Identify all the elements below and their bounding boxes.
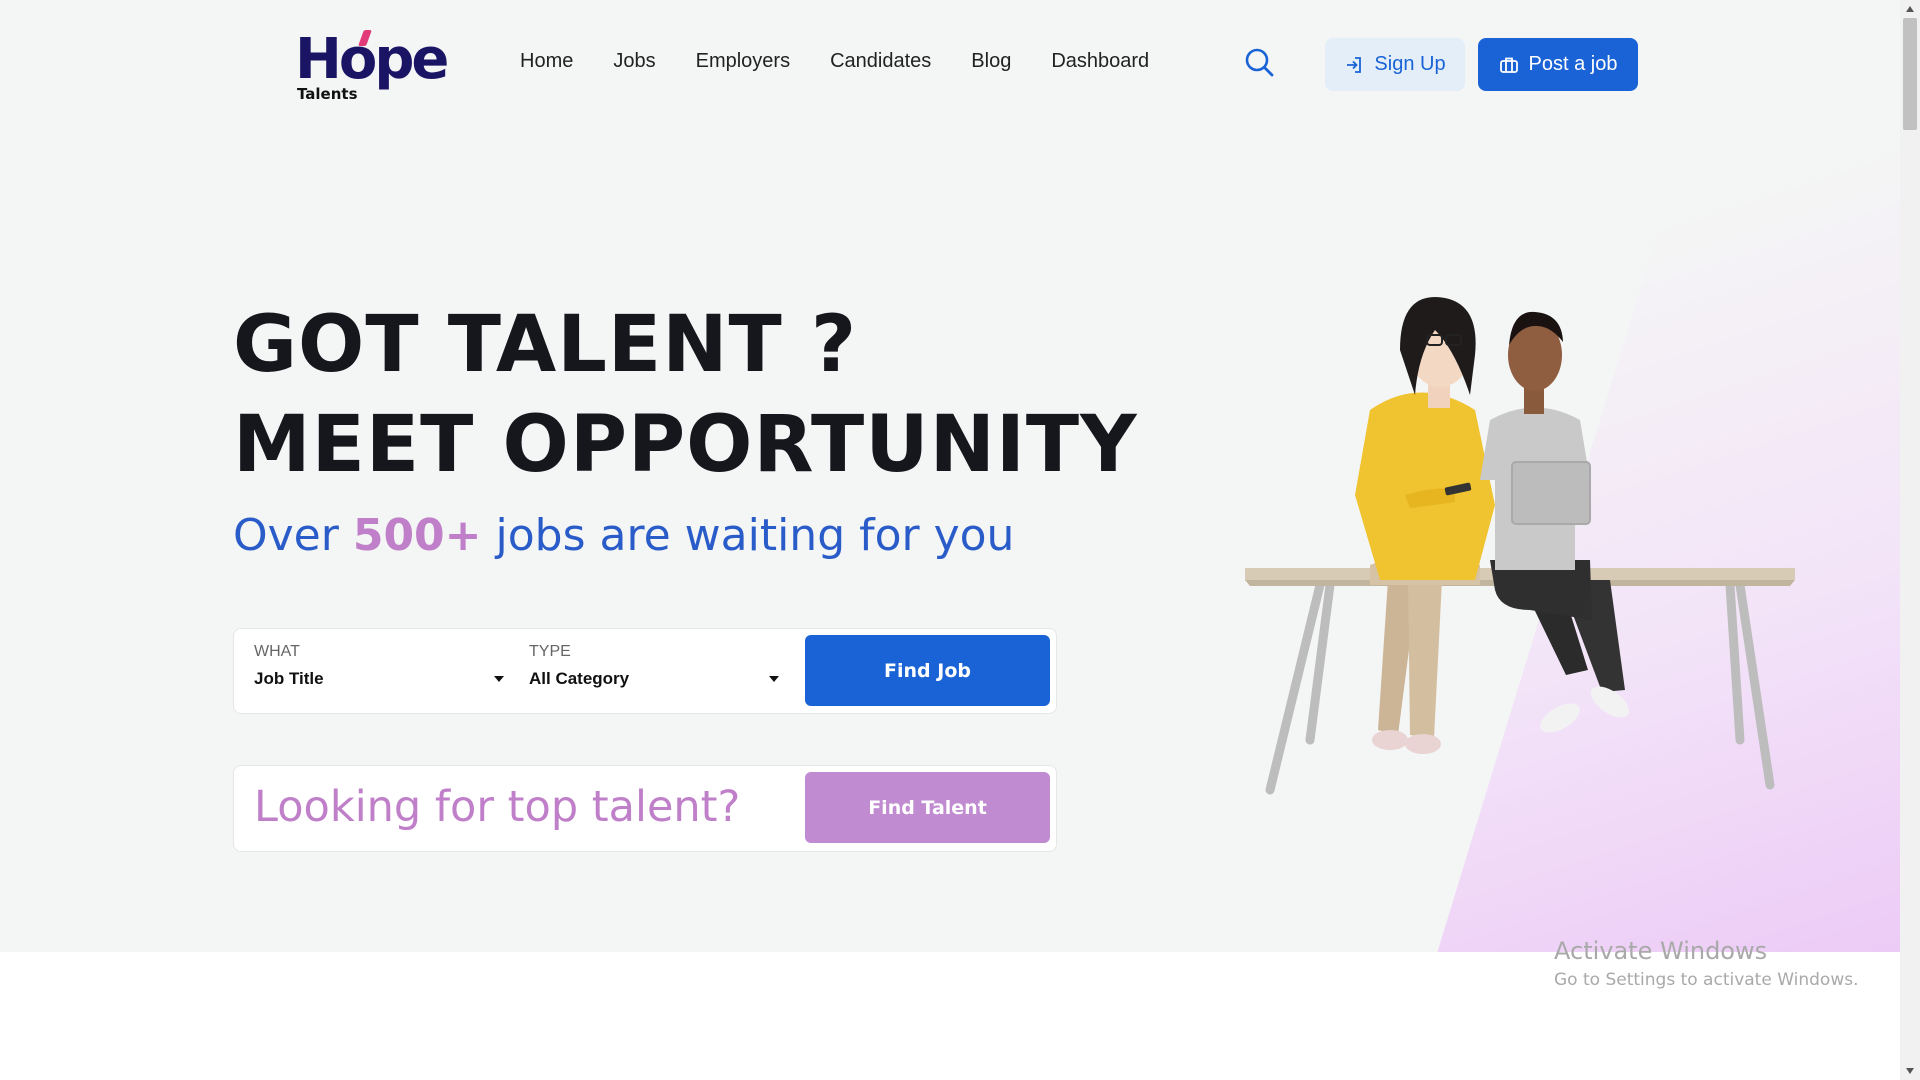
nav-employers[interactable]: Employers: [696, 50, 790, 73]
table-legs: [1265, 580, 1775, 795]
what-label: WHAT: [254, 643, 300, 660]
find-talent-button[interactable]: Find Talent: [805, 772, 1050, 843]
nav-dashboard[interactable]: Dashboard: [1051, 50, 1149, 73]
post-job-button[interactable]: Post a job: [1478, 38, 1638, 91]
hero-illustration: [1245, 297, 1795, 795]
briefcase-icon: [1499, 55, 1519, 75]
jobs-count-highlight: 500+: [352, 510, 482, 561]
sign-up-label: Sign Up: [1374, 53, 1446, 75]
activation-watermark-subtitle: Go to Settings to activate Windows.: [1554, 970, 1859, 990]
logo-wordmark: Hope: [295, 27, 449, 92]
hero-section: Hope Talents Home Jobs Employers Candida…: [0, 0, 1900, 952]
main-nav: Home Jobs Employers Candidates Blog Dash…: [520, 50, 1189, 73]
hero-subheadline: Over 500+ jobs are waiting for you: [233, 510, 1014, 561]
headline-line-2: MEET OPPORTUNITY: [233, 400, 1138, 490]
login-arrow-icon: [1344, 55, 1364, 75]
caret-down-icon: [769, 676, 779, 682]
scroll-up-arrow-icon[interactable]: [1906, 6, 1914, 12]
find-job-button[interactable]: Find Job: [805, 635, 1050, 706]
type-value: All Category: [529, 669, 630, 688]
nav-jobs[interactable]: Jobs: [613, 50, 655, 73]
subheadline-prefix: Over: [233, 510, 353, 561]
page-scrollbar[interactable]: [1900, 0, 1920, 1080]
logo-subtitle: Talents: [297, 85, 358, 103]
what-field[interactable]: WHAT Job Title: [254, 643, 504, 689]
find-talent-card: Looking for top talent? Find Talent: [233, 765, 1057, 852]
type-select[interactable]: All Category: [529, 669, 779, 689]
type-label: TYPE: [529, 643, 571, 660]
headline-line-1: GOT TALENT ?: [233, 300, 858, 390]
scroll-down-arrow-icon[interactable]: [1906, 1068, 1914, 1074]
post-job-label: Post a job: [1528, 53, 1618, 75]
activation-watermark-title: Activate Windows: [1554, 937, 1768, 965]
talent-prompt: Looking for top talent?: [254, 782, 741, 832]
woman-figure: [1355, 297, 1495, 754]
nav-candidates[interactable]: Candidates: [830, 50, 931, 73]
subheadline-suffix: jobs are waiting for you: [481, 510, 1015, 561]
job-search-form: WHAT Job Title TYPE All Category Find Jo…: [233, 628, 1057, 714]
type-field[interactable]: TYPE All Category: [529, 643, 779, 689]
scroll-thumb[interactable]: [1903, 18, 1917, 130]
hero-headline: GOT TALENT ? MEET OPPORTUNITY: [233, 295, 1138, 495]
man-figure: [1480, 311, 1630, 733]
what-value: Job Title: [254, 669, 324, 688]
nav-home[interactable]: Home: [520, 50, 573, 73]
sign-up-button[interactable]: Sign Up: [1325, 38, 1465, 91]
search-icon[interactable]: [1244, 47, 1276, 79]
caret-down-icon: [494, 676, 504, 682]
nav-blog[interactable]: Blog: [971, 50, 1011, 73]
site-logo[interactable]: Hope Talents: [295, 27, 449, 108]
what-select[interactable]: Job Title: [254, 669, 504, 689]
